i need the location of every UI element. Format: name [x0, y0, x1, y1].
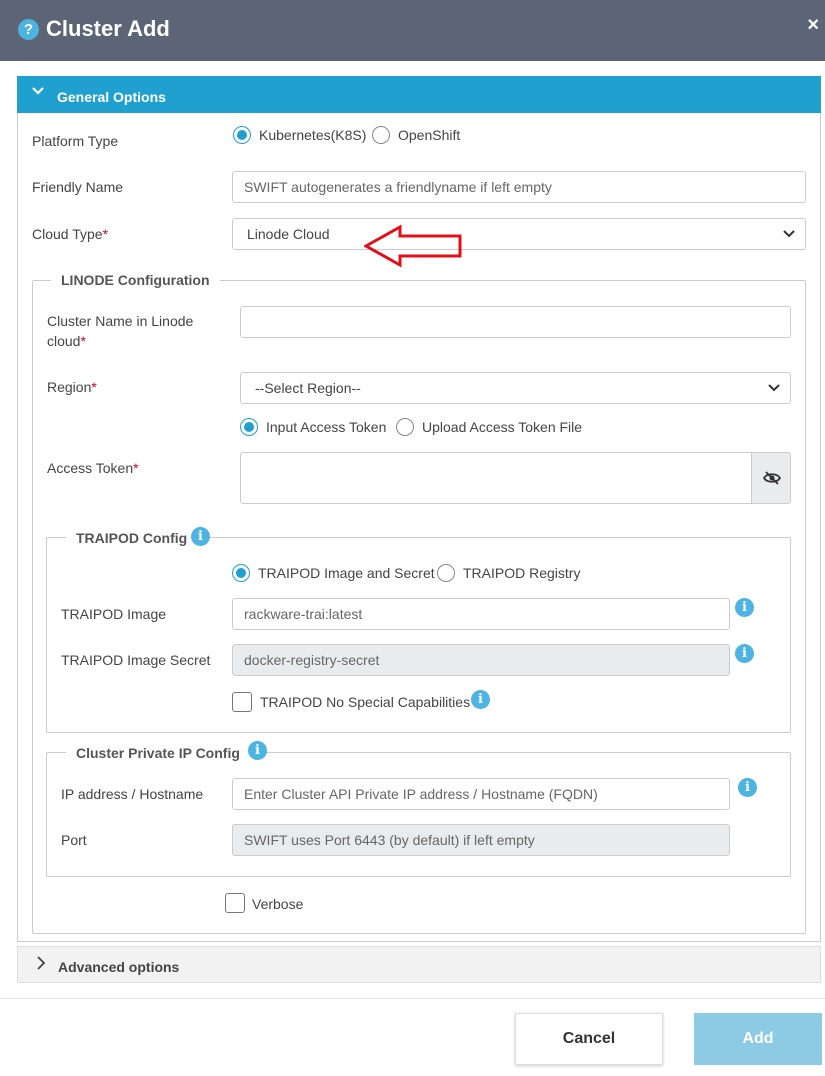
linode-config-legend: LINODE Configuration [51, 272, 220, 288]
radio-traipod-image-secret-label: TRAIPOD Image and Secret [258, 565, 435, 581]
cloud-type-select[interactable]: Linode Cloud [232, 218, 806, 250]
info-circle-icon[interactable]: i [191, 527, 210, 546]
advanced-options-header[interactable]: Advanced options [17, 946, 821, 983]
cloud-type-label: Cloud Type* [32, 226, 109, 242]
traipod-secret-input[interactable]: docker-registry-secret [232, 644, 730, 676]
access-token-input[interactable] [240, 452, 752, 504]
cloud-type-value: Linode Cloud [247, 226, 330, 242]
question-circle-icon[interactable]: ? [18, 19, 39, 40]
radio-traipod-image-secret-control[interactable] [232, 564, 250, 582]
advanced-options-label: Advanced options [58, 959, 180, 975]
radio-input-access-token-control[interactable] [240, 418, 258, 436]
region-select[interactable]: --Select Region-- [240, 372, 791, 404]
cancel-button[interactable]: Cancel [515, 1013, 663, 1065]
radio-input-access-token-label: Input Access Token [266, 419, 387, 435]
general-options-label: General Options [57, 89, 166, 105]
private-ip-legend: Cluster Private IP Config [66, 745, 250, 761]
cluster-name-label: Cluster Name in Linode [47, 313, 194, 329]
cluster-add-dialog: ? Cluster Add × General Options Platform… [0, 0, 825, 1076]
eye-slash-icon [762, 471, 782, 485]
chevron-down-icon [768, 373, 780, 414]
toggle-visibility-button[interactable] [751, 452, 791, 504]
radio-traipod-image-secret[interactable]: TRAIPOD Image and Secret [232, 564, 435, 582]
dialog-title: Cluster Add [46, 16, 170, 41]
radio-openshift-control[interactable] [372, 126, 390, 144]
region-value: --Select Region-- [255, 380, 361, 396]
verbose-label: Verbose [252, 896, 304, 912]
private-ip-fieldset [46, 752, 791, 877]
close-icon[interactable]: × [807, 14, 819, 37]
info-circle-icon[interactable]: i [248, 741, 267, 760]
friendly-name-input[interactable]: SWIFT autogenerates a friendlyname if le… [232, 171, 806, 203]
info-circle-icon[interactable]: i [735, 644, 754, 663]
chevron-right-icon [36, 955, 46, 976]
port-input[interactable]: SWIFT uses Port 6443 (by default) if lef… [232, 824, 730, 856]
radio-traipod-registry[interactable]: TRAIPOD Registry [437, 564, 580, 582]
radio-kubernetes-label: Kubernetes(K8S) [259, 127, 367, 143]
radio-openshift-label: OpenShift [398, 127, 461, 143]
cluster-name-label-cont: cloud* [47, 333, 86, 349]
verbose-checkbox[interactable] [225, 893, 245, 913]
chevron-down-icon [31, 84, 45, 103]
access-token-label: Access Token* [47, 460, 139, 476]
chevron-down-icon [783, 219, 795, 260]
info-circle-icon[interactable]: i [738, 778, 757, 797]
platform-type-label: Platform Type [32, 133, 119, 149]
radio-upload-token-file-control[interactable] [396, 418, 414, 436]
traipod-no-caps-label: TRAIPOD No Special Capabilities [260, 694, 471, 710]
info-circle-icon[interactable]: i [471, 690, 490, 709]
footer-divider [0, 998, 825, 999]
radio-kubernetes-control[interactable] [233, 126, 251, 144]
dialog-title-bar: ? Cluster Add × [0, 0, 825, 61]
general-options-header[interactable]: General Options [17, 76, 821, 113]
ip-hostname-input[interactable]: Enter Cluster API Private IP address / H… [232, 778, 730, 810]
traipod-secret-label: TRAIPOD Image Secret [61, 652, 211, 668]
radio-input-access-token[interactable]: Input Access Token [240, 418, 386, 436]
radio-openshift[interactable]: OpenShift [372, 126, 460, 144]
traipod-image-label: TRAIPOD Image [61, 606, 167, 622]
radio-traipod-registry-control[interactable] [437, 564, 455, 582]
radio-kubernetes[interactable]: Kubernetes(K8S) [233, 126, 366, 144]
traipod-no-caps-checkbox[interactable] [232, 692, 252, 712]
traipod-config-legend: TRAIPOD Config [66, 530, 198, 546]
cluster-name-input[interactable] [240, 306, 791, 338]
friendly-name-label: Friendly Name [32, 179, 124, 195]
radio-upload-token-file-label: Upload Access Token File [422, 419, 583, 435]
info-circle-icon[interactable]: i [735, 598, 754, 617]
add-button[interactable]: Add [694, 1013, 822, 1065]
annotation-arrow [364, 224, 462, 268]
region-label: Region* [47, 379, 97, 395]
radio-upload-token-file[interactable]: Upload Access Token File [396, 418, 582, 436]
ip-hostname-label: IP address / Hostname [61, 786, 204, 802]
radio-traipod-registry-label: TRAIPOD Registry [463, 565, 581, 581]
port-label: Port [61, 832, 87, 848]
traipod-image-input[interactable]: rackware-trai:latest [232, 598, 730, 630]
